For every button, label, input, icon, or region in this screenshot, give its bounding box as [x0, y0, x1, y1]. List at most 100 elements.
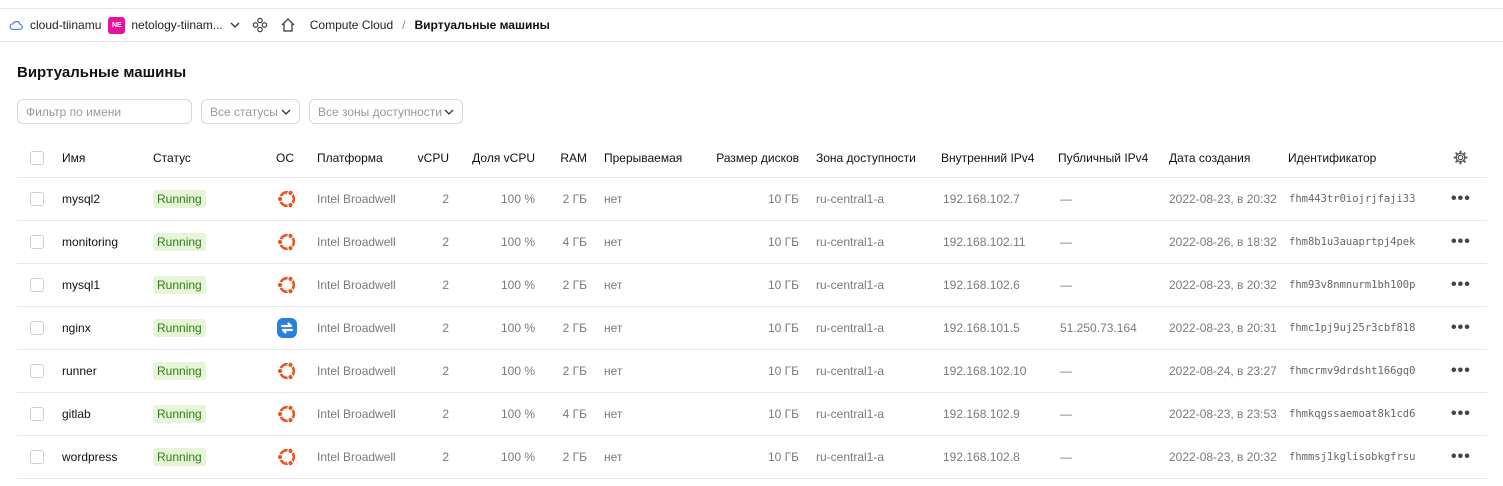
col-vcpu[interactable]: vCPU: [407, 138, 449, 177]
nat-instance-icon: [277, 318, 297, 338]
zone: ru-central1-a: [816, 278, 885, 292]
vcpu: 2: [442, 364, 449, 378]
platform: Intel Broadwell: [317, 450, 396, 464]
row-checkbox[interactable]: [30, 407, 44, 421]
select-all-checkbox[interactable]: [30, 150, 44, 165]
table-row[interactable]: monitoring Running Intel Broadwell 2 100…: [17, 221, 1487, 264]
created-date: 2022-08-24, в 23:27: [1169, 364, 1277, 378]
col-vcpu-share[interactable]: Доля vCPU: [457, 138, 535, 177]
vm-name[interactable]: runner: [62, 350, 97, 392]
row-checkbox[interactable]: [30, 450, 44, 464]
ram: 2 ГБ: [562, 364, 587, 378]
vm-id: fhm8b1u3auaprtpj4pek: [1289, 236, 1416, 248]
platform: Intel Broadwell: [317, 407, 396, 421]
vm-name[interactable]: gitlab: [62, 393, 91, 435]
ipv4-public: —: [1060, 235, 1072, 249]
breadcrumb-service[interactable]: Compute Cloud: [310, 18, 393, 32]
col-ipv4-public[interactable]: Публичный IPv4: [1058, 138, 1148, 177]
vm-name[interactable]: nginx: [62, 307, 91, 349]
disk-size: 10 ГБ: [767, 321, 799, 335]
col-created[interactable]: Дата создания: [1169, 138, 1250, 177]
status-badge: Running: [153, 405, 206, 423]
ipv4-internal: 192.168.102.9: [943, 407, 1020, 421]
table-row[interactable]: gitlab Running Intel Broadwell 2 100 % 4…: [17, 393, 1487, 436]
vm-name[interactable]: mysql2: [62, 178, 100, 220]
row-checkbox[interactable]: [30, 235, 44, 249]
disk-size: 10 ГБ: [767, 364, 799, 378]
platform: Intel Broadwell: [317, 235, 396, 249]
col-ram[interactable]: RAM: [547, 138, 587, 177]
more-actions-icon[interactable]: •••: [1451, 362, 1471, 380]
os-cell: [276, 393, 298, 435]
zone: ru-central1-a: [816, 321, 885, 335]
col-platform[interactable]: Платформа: [317, 138, 383, 177]
table-row[interactable]: nginx Running Intel Broadwell 2 100 % 2 …: [17, 307, 1487, 350]
zone-filter-value: Все зоны доступности: [318, 104, 442, 119]
vcpu-share: 100 %: [500, 364, 535, 378]
row-checkbox[interactable]: [30, 321, 44, 335]
zone: ru-central1-a: [816, 192, 885, 206]
ipv4-public: —: [1060, 450, 1072, 464]
disk-size: 10 ГБ: [767, 235, 799, 249]
more-actions-icon[interactable]: •••: [1451, 319, 1471, 337]
col-id[interactable]: Идентификатор: [1288, 138, 1376, 177]
services-icon[interactable]: [252, 17, 268, 33]
ubuntu-icon: [276, 275, 296, 295]
vm-id: fhmcrmv9drdsht166gq0: [1289, 365, 1416, 377]
gear-icon[interactable]: [1453, 150, 1468, 165]
zone-filter-select[interactable]: Все зоны доступности: [309, 99, 463, 124]
col-disk[interactable]: Размер дисков: [697, 138, 799, 177]
col-zone[interactable]: Зона доступности: [816, 138, 916, 177]
disk-size: 10 ГБ: [767, 278, 799, 292]
preemptible: нет: [604, 278, 623, 292]
vm-name[interactable]: wordpress: [62, 436, 117, 478]
row-checkbox[interactable]: [30, 278, 44, 292]
home-icon[interactable]: [280, 17, 296, 33]
name-filter-input[interactable]: Фильтр по имени: [17, 99, 192, 124]
created-date: 2022-08-26, в 18:32: [1169, 235, 1277, 249]
table-row[interactable]: mysql1 Running Intel Broadwell 2 100 % 2…: [17, 264, 1487, 307]
more-actions-icon[interactable]: •••: [1451, 448, 1471, 466]
status-badge: Running: [153, 448, 206, 466]
col-ipv4-internal[interactable]: Внутренний IPv4: [941, 138, 1034, 177]
col-name[interactable]: Имя: [62, 138, 85, 177]
status-badge: Running: [153, 362, 206, 380]
row-checkbox[interactable]: [30, 364, 44, 378]
folder-selector[interactable]: netology-tiinam...: [131, 18, 222, 32]
col-preemptible[interactable]: Прерываемая: [604, 138, 682, 177]
vm-name[interactable]: mysql1: [62, 264, 100, 306]
table-row[interactable]: mysql2 Running Intel Broadwell 2 100 % 2…: [17, 178, 1487, 221]
col-os[interactable]: ОС: [276, 138, 294, 177]
row-checkbox[interactable]: [30, 192, 44, 206]
created-date: 2022-08-23, в 23:53: [1169, 407, 1277, 421]
status-filter-select[interactable]: Все статусы: [201, 99, 300, 124]
more-actions-icon[interactable]: •••: [1451, 233, 1471, 251]
vcpu-share: 100 %: [500, 278, 535, 292]
ram: 4 ГБ: [562, 235, 587, 249]
disk-size: 10 ГБ: [767, 192, 799, 206]
vm-name[interactable]: monitoring: [62, 221, 118, 263]
chevron-down-icon[interactable]: [230, 22, 240, 28]
ipv4-internal: 192.168.102.8: [943, 450, 1020, 464]
ram: 4 ГБ: [562, 407, 587, 421]
more-actions-icon[interactable]: •••: [1451, 405, 1471, 423]
platform: Intel Broadwell: [317, 192, 396, 206]
ipv4-internal: 192.168.102.10: [943, 364, 1027, 378]
cloud-selector[interactable]: cloud-tiinamu: [30, 18, 101, 32]
name-filter-placeholder: Фильтр по имени: [26, 104, 122, 119]
more-actions-icon[interactable]: •••: [1451, 276, 1471, 294]
preemptible: нет: [604, 192, 623, 206]
table-row[interactable]: runner Running Intel Broadwell 2 100 % 2…: [17, 350, 1487, 393]
more-actions-icon[interactable]: •••: [1451, 190, 1471, 208]
status-filter-value: Все статусы: [210, 104, 278, 119]
preemptible: нет: [604, 321, 623, 335]
col-status[interactable]: Статус: [153, 138, 191, 177]
breadcrumb-separator: /: [402, 18, 406, 32]
cloud-icon: [9, 21, 23, 30]
table-row[interactable]: wordpress Running Intel Broadwell 2 100 …: [17, 436, 1487, 479]
disk-size: 10 ГБ: [767, 407, 799, 421]
vcpu: 2: [442, 407, 449, 421]
vcpu-share: 100 %: [500, 407, 535, 421]
created-date: 2022-08-23, в 20:32: [1169, 192, 1277, 206]
platform: Intel Broadwell: [317, 321, 396, 335]
